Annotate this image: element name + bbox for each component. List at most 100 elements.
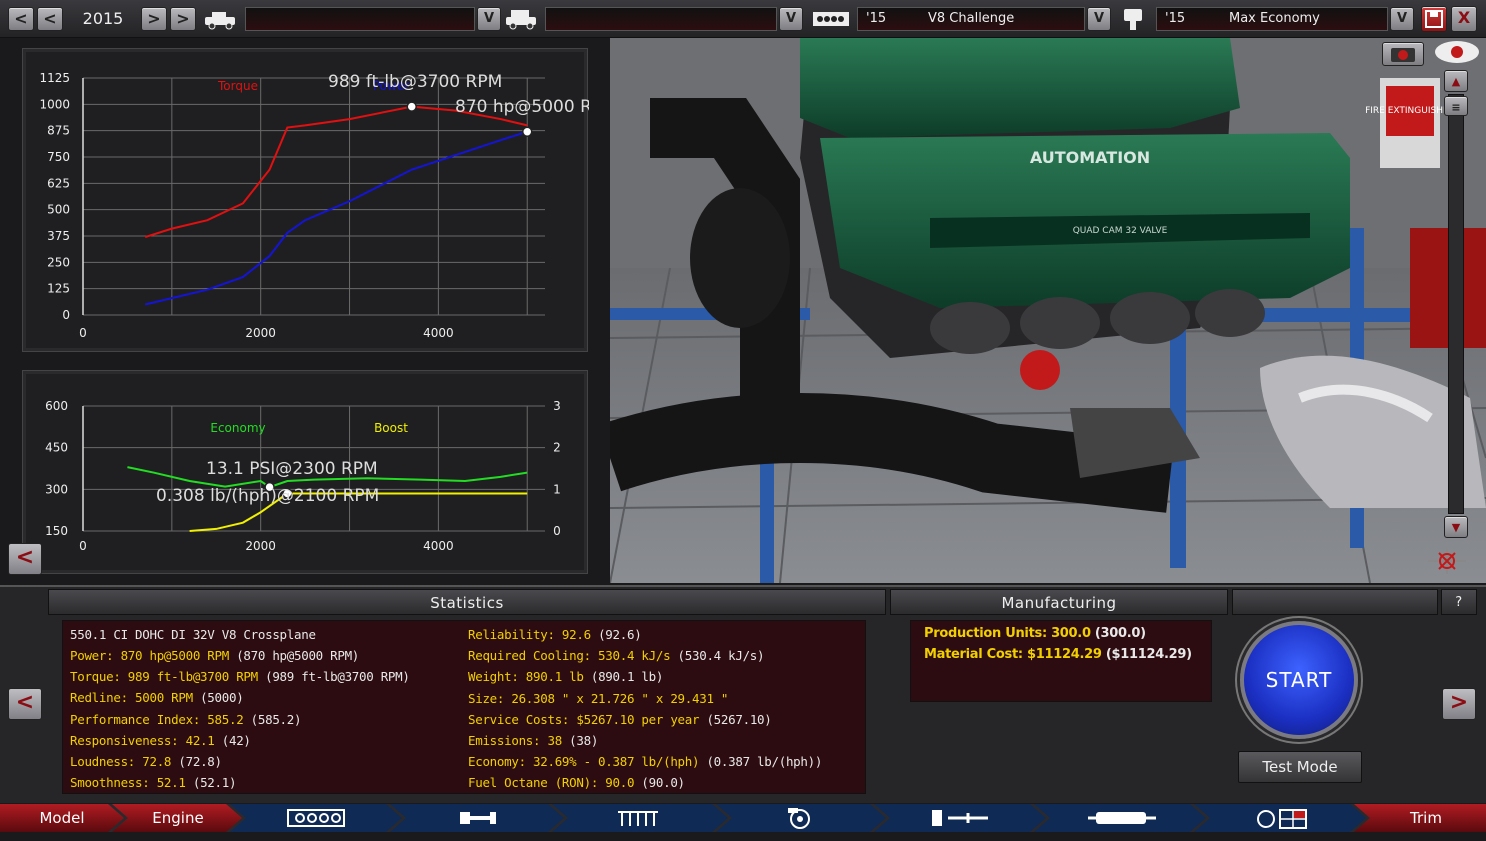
engine-select[interactable]: '15 V8 Challenge <box>857 7 1085 31</box>
torque-peak-annotation: 989 ft-lb@3700 RPM <box>328 72 502 92</box>
year-next-fast-button[interactable]: > <box>170 7 196 31</box>
boost-annotation: 13.1 PSI@2300 RPM <box>206 459 378 479</box>
chart-collapse-button[interactable]: < <box>8 543 42 575</box>
stat-line: Emissions: 38 (38) <box>468 733 599 748</box>
screenshot-camera-button[interactable] <box>1382 42 1424 66</box>
engine-variant-name: Max Economy <box>1229 11 1320 26</box>
engine-variant-dropdown-button[interactable]: V <box>1390 7 1414 31</box>
help-button[interactable]: ? <box>1441 589 1477 615</box>
nav-model[interactable]: Model <box>10 804 114 832</box>
test-mode-button[interactable]: Test Mode <box>1238 751 1362 783</box>
prev-section-button[interactable]: < <box>8 688 42 720</box>
stat-line: Torque: 989 ft-lb@3700 RPM (989 ft-lb@37… <box>70 669 410 685</box>
legend-boost: Boost <box>374 421 408 435</box>
camera-icon <box>1391 48 1415 62</box>
stat-line: Smoothness: 52.1 (52.1) <box>70 775 237 791</box>
automation-logo: AUTOMATION <box>1030 148 1150 167</box>
y2-tick-label: 0 <box>553 524 561 538</box>
stat-line: Required Cooling: 530.4 kJ/s (530.4 kJ/s… <box>468 648 765 664</box>
power-peak-marker <box>521 126 533 137</box>
y-tick-label: 600 <box>45 399 68 413</box>
eye-icon <box>1435 41 1479 63</box>
zoom-scrollbar[interactable] <box>1448 94 1464 514</box>
save-button[interactable] <box>1421 6 1447 32</box>
year-prev-fast-button[interactable]: < <box>8 7 34 31</box>
toggle-view-eye-button[interactable] <box>1432 38 1482 66</box>
zoom-scroll-up-button[interactable]: ▲ <box>1444 70 1468 92</box>
zoom-scroll-down-button[interactable]: ▼ <box>1444 516 1468 538</box>
variant-dropdown-button[interactable]: V <box>779 7 803 31</box>
nav-engine[interactable]: Engine <box>122 804 234 832</box>
x-tick-label: 2000 <box>245 326 276 340</box>
legend-torque: Torque <box>217 79 258 93</box>
year-label: 2015 <box>82 9 124 28</box>
engine-variant-select[interactable]: '15 Max Economy <box>1156 7 1388 31</box>
engine-dropdown-button[interactable]: V <box>1087 7 1111 31</box>
y2-tick-label: 1 <box>553 482 561 496</box>
stat-line: Size: 26.308 " x 21.726 " x 29.431 " <box>468 690 729 706</box>
engine-variant-year: '15 <box>1165 11 1186 26</box>
nav-tune-icon[interactable] <box>1226 804 1338 832</box>
stat-line: Economy: 32.69% - 0.387 lb/(hph) (0.387 … <box>468 754 823 770</box>
stat-line: Service Costs: $5267.10 per year (5267.1… <box>468 711 772 727</box>
year-prev-button[interactable]: < <box>37 7 63 31</box>
stat-line: Performance Index: 585.2 (585.2) <box>70 711 302 727</box>
family-select[interactable] <box>245 7 475 31</box>
engine-name: V8 Challenge <box>928 11 1015 26</box>
save-icon <box>1425 10 1443 28</box>
nav-valvetrain-icon[interactable] <box>582 804 694 832</box>
manufacturing-line: Production Units: 300.0 (300.0) <box>924 626 1146 641</box>
y2-tick-label: 2 <box>553 441 561 455</box>
quad-cam-label: QUAD CAM 32 VALVE <box>1073 226 1168 236</box>
legend-economy: Economy <box>210 421 265 435</box>
nav-fuel-icon[interactable] <box>904 804 1016 832</box>
power-torque-chart: 0 125 250 375 500 625 750 875 1000 1125 0 2000 4000 T… <box>22 48 589 352</box>
nav-block-icon[interactable] <box>260 804 372 832</box>
economy-annotation: 0.308 lb/(hph)@2100 RPM <box>156 486 379 506</box>
engine-render: FIRE EXTINGUISHER AUTOMATION QUAD CAM 32… <box>610 38 1486 583</box>
y-tick-label: 750 <box>47 150 70 164</box>
y2-tick-label: 3 <box>553 399 561 413</box>
economy-boost-chart-svg: 150 300 450 600 0 1 2 3 0 2000 4000 Economy Boost 13.… <box>45 399 561 553</box>
manufacturing-line: Material Cost: $11124.29 ($11124.29) <box>924 647 1192 662</box>
variant-select[interactable] <box>545 7 777 31</box>
y-tick-label: 500 <box>47 203 70 217</box>
y-tick-label: 875 <box>47 124 70 138</box>
series-line-torque <box>144 105 528 239</box>
x-tick-label: 0 <box>79 326 87 340</box>
family-dropdown-button[interactable]: V <box>477 7 501 31</box>
manufacturing-header: Manufacturing <box>890 589 1228 615</box>
y-tick-label: 150 <box>45 524 68 538</box>
torque-peak-marker <box>406 101 417 112</box>
manufacturing-panel: Production Units: 300.0 (300.0) Material … <box>910 620 1212 702</box>
y-tick-label: 450 <box>45 441 68 455</box>
power-peak-annotation: 870 hp@5000 RPM <box>455 97 589 117</box>
y-tick-label: 1000 <box>39 97 70 111</box>
start-button[interactable]: START <box>1240 621 1358 739</box>
start-header <box>1232 589 1438 615</box>
power-torque-chart-svg: 0 125 250 375 500 625 750 875 1000 1125 0 2000 4000 T… <box>39 71 589 340</box>
series-line-power <box>144 130 528 306</box>
next-section-button[interactable]: > <box>1442 688 1476 720</box>
piston-icon <box>1116 5 1150 33</box>
statistics-panel: 550.1 CI DOHC DI 32V V8 Crossplane Power… <box>62 620 866 794</box>
nav-exhaust-icon[interactable] <box>1066 804 1178 832</box>
nav-trim[interactable]: Trim <box>1376 804 1476 832</box>
economy-boost-chart: 150 300 450 600 0 1 2 3 0 2000 4000 Economy Boost 13.… <box>22 370 588 574</box>
y-tick-label: 625 <box>47 176 70 190</box>
nav-turbo-icon[interactable] <box>744 804 856 832</box>
engine-year: '15 <box>866 11 887 26</box>
nav-crank-icon[interactable] <box>420 804 532 832</box>
stat-line: Weight: 890.1 lb (890.1 lb) <box>468 669 664 685</box>
stat-line: Redline: 5000 RPM (5000) <box>70 690 244 706</box>
zoom-scroll-thumb[interactable]: ≡ <box>1444 96 1468 116</box>
engine-3d-viewport[interactable]: FIRE EXTINGUISHER AUTOMATION QUAD CAM 32… <box>610 38 1486 583</box>
engine-description: 550.1 CI DOHC DI 32V V8 Crossplane <box>70 627 316 642</box>
close-button[interactable]: X <box>1451 6 1477 32</box>
car-variant-icon <box>503 5 541 33</box>
fire-extinguisher-sign: FIRE EXTINGUISHER <box>1365 106 1455 116</box>
car-family-icon <box>202 5 240 33</box>
y-tick-label: 375 <box>47 229 70 243</box>
year-next-button[interactable]: > <box>141 7 167 31</box>
reset-view-icon[interactable] <box>1424 546 1470 576</box>
